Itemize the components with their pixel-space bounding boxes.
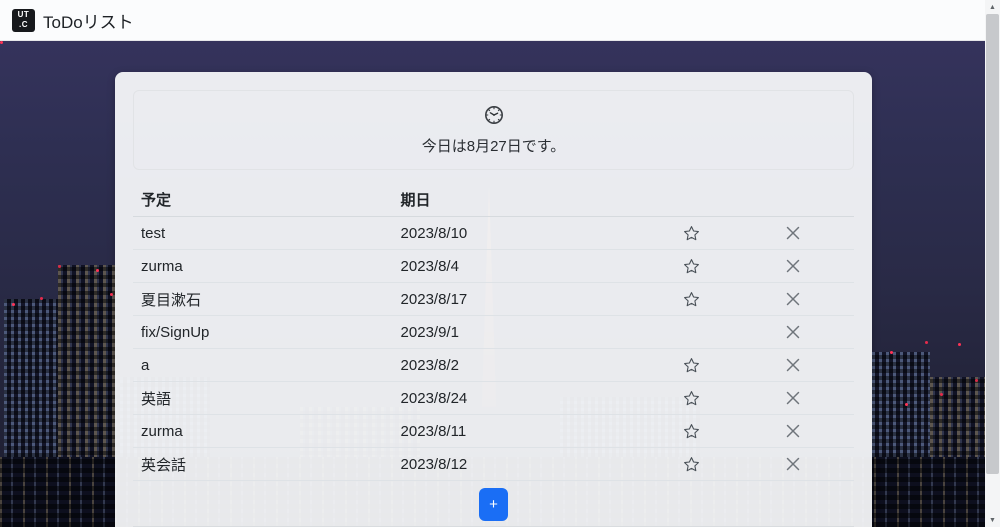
delete-button[interactable] [781,421,805,441]
star-icon [683,291,700,308]
scrollbar[interactable]: ▲ ▼ [985,0,1000,527]
due-cell: 2023/8/17 [393,291,653,308]
task-cell: zurma [133,258,393,275]
app-title: ToDoリスト [43,8,134,33]
star-button[interactable] [679,256,704,277]
todo-card: 今日は8月27日です。 予定 期日 test 2023/8/10 [115,72,872,527]
scroll-down-arrow[interactable]: ▼ [985,513,1000,527]
due-cell: 2023/9/1 [393,324,653,341]
today-date-text: 今日は8月27日です。 [422,135,566,156]
close-icon [785,291,801,307]
star-button[interactable] [679,223,704,244]
clock-icon [483,104,505,131]
task-cell: fix/SignUp [133,324,393,341]
close-icon [785,258,801,274]
star-icon [683,390,700,407]
task-cell: 英語 [133,388,393,409]
due-cell: 2023/8/4 [393,258,653,275]
close-icon [785,357,801,373]
table-header-row: 予定 期日 [133,182,854,217]
logo-text-top: UT [18,10,30,20]
todo-row: 英会話 2023/8/12 [133,448,854,481]
due-cell: 2023/8/24 [393,390,653,407]
delete-button[interactable] [781,223,805,243]
aviation-lights [0,41,3,44]
header-task: 予定 [133,189,393,210]
scroll-up-arrow[interactable]: ▲ [985,0,1000,14]
todo-row: 英語 2023/8/24 [133,382,854,415]
due-cell: 2023/8/12 [393,456,653,473]
due-cell: 2023/8/10 [393,225,653,242]
todo-row: fix/SignUp 2023/9/1 [133,316,854,349]
today-banner: 今日は8月27日です。 [133,90,854,170]
todo-table: 予定 期日 test 2023/8/10 zurma [133,182,854,481]
task-cell: zurma [133,423,393,440]
add-task-button[interactable]: + [479,488,508,521]
delete-button[interactable] [781,256,805,276]
star-icon [683,258,700,275]
task-cell: a [133,357,393,374]
todo-row: zurma 2023/8/4 [133,250,854,283]
star-button[interactable] [679,388,704,409]
star-icon [683,456,700,473]
todo-table-body: test 2023/8/10 zurma 2023/8/4 [133,217,854,481]
delete-button[interactable] [781,289,805,309]
star-icon [683,225,700,242]
todo-row: 夏目漱石 2023/8/17 [133,283,854,316]
brand-link[interactable]: UT .C ToDoリスト [12,8,134,33]
delete-button[interactable] [781,454,805,474]
due-cell: 2023/8/11 [393,423,653,440]
scrollbar-thumb[interactable] [986,14,999,474]
star-icon [683,423,700,440]
utc-logo-icon: UT .C [12,9,35,32]
close-icon [785,225,801,241]
close-icon [785,324,801,340]
close-icon [785,390,801,406]
delete-button[interactable] [781,355,805,375]
star-icon [683,357,700,374]
due-cell: 2023/8/2 [393,357,653,374]
task-cell: 英会話 [133,454,393,475]
task-cell: 夏目漱石 [133,289,393,310]
navbar: UT .C ToDoリスト [0,0,1000,41]
star-button[interactable] [679,421,704,442]
close-icon [785,423,801,439]
star-button[interactable] [679,454,704,475]
delete-button[interactable] [781,388,805,408]
star-button[interactable] [679,289,704,310]
task-cell: test [133,225,393,242]
todo-row: a 2023/8/2 [133,349,854,382]
todo-row: zurma 2023/8/11 [133,415,854,448]
header-due: 期日 [393,189,653,210]
add-button-row: + [133,488,854,521]
star-button[interactable] [679,355,704,376]
logo-text-bottom: .C [19,20,28,30]
delete-button[interactable] [781,322,805,342]
todo-row: test 2023/8/10 [133,217,854,250]
close-icon [785,456,801,472]
